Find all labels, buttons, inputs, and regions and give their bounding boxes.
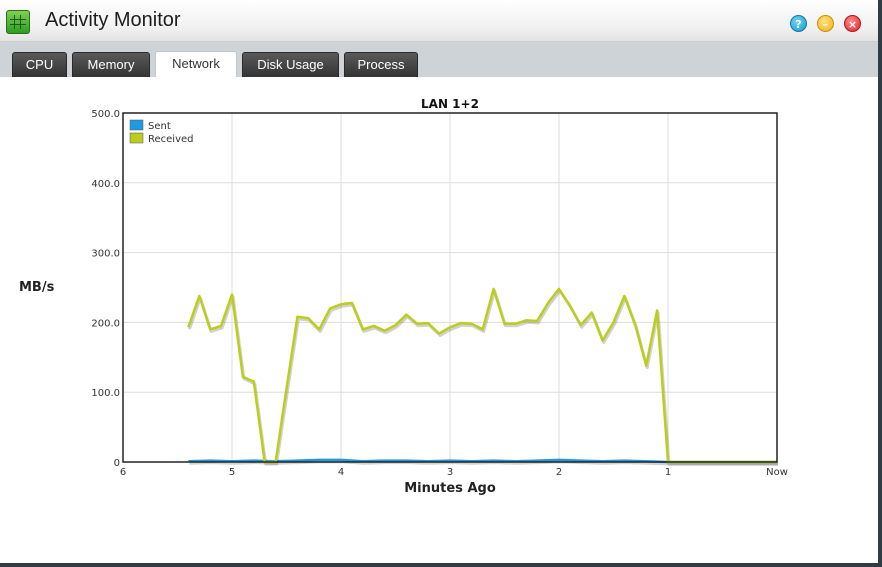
chart-title: LAN 1+2 <box>421 97 479 111</box>
x-tick-label: 3 <box>447 467 453 478</box>
x-tick-label: 4 <box>338 467 344 478</box>
y-tick-label: 500.0 <box>91 109 120 120</box>
y-tick-label: 200.0 <box>91 318 120 329</box>
legend-label-received: Received <box>148 134 194 145</box>
close-icon[interactable]: × <box>844 15 861 32</box>
y-tick-label: 300.0 <box>91 249 120 260</box>
y-axis-label: MB/s <box>19 280 55 295</box>
x-axis-label: Minutes Ago <box>404 481 496 496</box>
tab-disk-usage[interactable]: Disk Usage <box>242 52 339 77</box>
minimize-icon[interactable]: – <box>817 15 834 32</box>
tab-network[interactable]: Network <box>155 51 237 77</box>
legend-label-sent: Sent <box>148 121 171 132</box>
help-icon[interactable]: ? <box>790 15 807 32</box>
y-tick-label: 400.0 <box>91 179 120 190</box>
activity-monitor-window: Activity Monitor ? – × CPU Memory Networ… <box>0 0 882 567</box>
y-tick-label: 100.0 <box>91 388 120 399</box>
tab-cpu[interactable]: CPU <box>12 52 67 77</box>
x-tick-label: 5 <box>229 467 235 478</box>
app-icon <box>6 10 30 34</box>
x-tick-label: 6 <box>120 467 126 478</box>
tab-process[interactable]: Process <box>344 52 418 77</box>
network-chart-panel: MB/s 0 100.0 200.0 300.0 400.0 500.0 6 5 4 3 2 1 Now… <box>0 77 878 563</box>
x-tick-label: 2 <box>556 467 562 478</box>
x-tick-label: Now <box>766 467 788 478</box>
tab-memory[interactable]: Memory <box>72 52 150 77</box>
x-tick-label: 1 <box>665 467 671 478</box>
legend-swatch-received <box>129 132 144 144</box>
title-bar: Activity Monitor ? – × <box>0 0 878 42</box>
window-title: Activity Monitor <box>45 9 181 31</box>
legend-swatch-sent <box>129 119 144 131</box>
tab-bar: CPU Memory Network Disk Usage Process <box>0 42 878 77</box>
network-chart: 0100.0200.0300.0400.0500.06 5 4 3 2 1 NowLAN 1… <box>91 97 788 496</box>
